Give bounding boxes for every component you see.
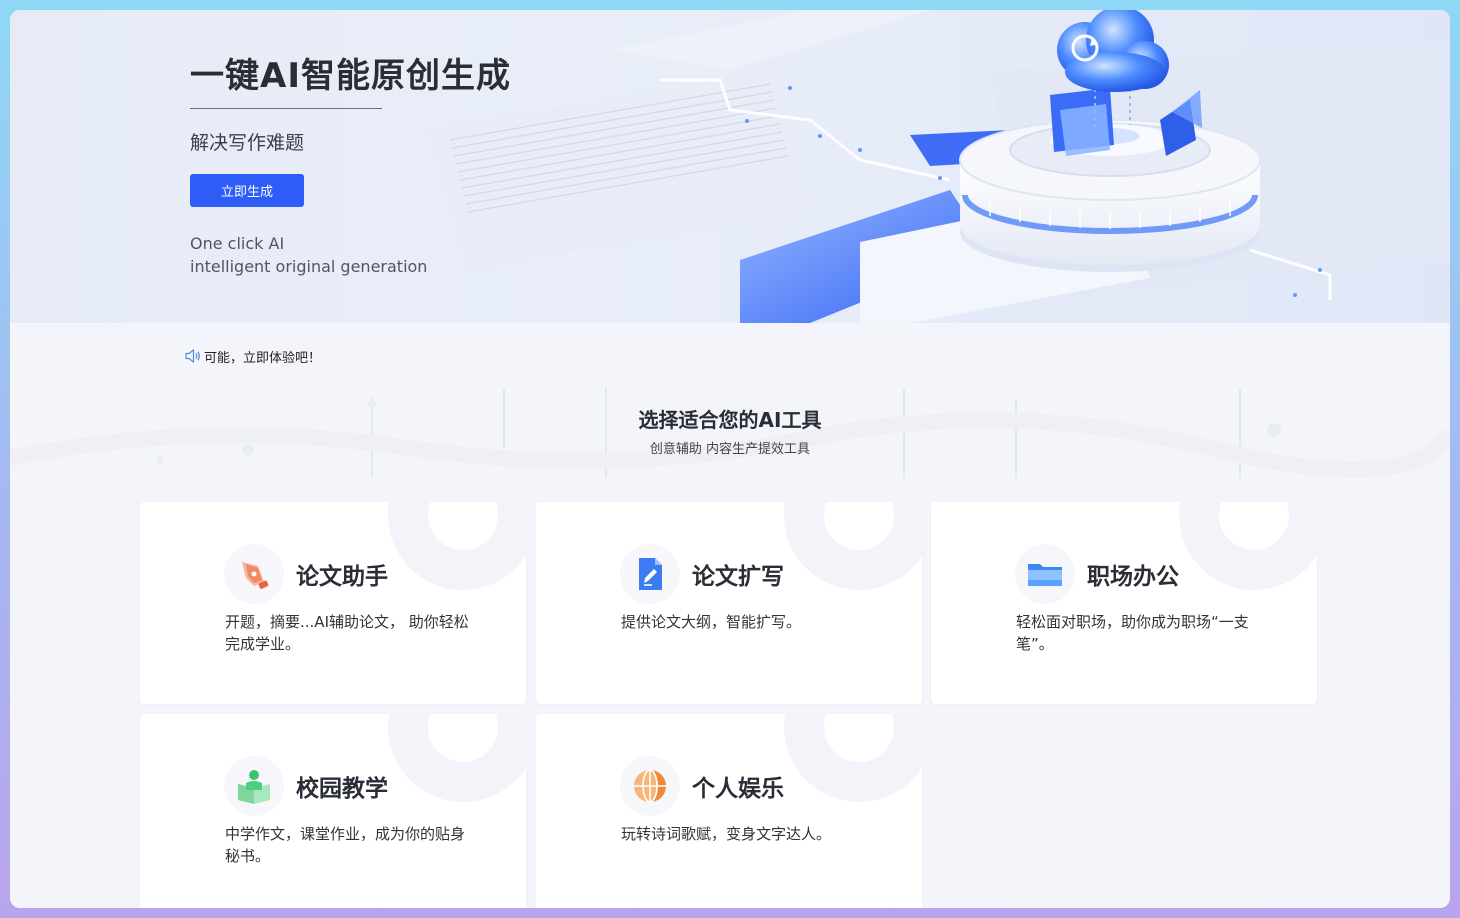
- card-description: 开题，摘要...AI辅助论文， 助你轻松完成学业。: [225, 613, 469, 653]
- notice-bar: 可能，立即体验吧！: [184, 346, 321, 366]
- app-window: 一键AI智能原创生成 解决写作难题 立即生成 One click AI inte…: [10, 10, 1450, 908]
- card-icon-wrap: [620, 756, 680, 816]
- tool-card-personal-entertainment[interactable]: 个人娱乐 玩转诗词歌赋，变身文字达人。: [536, 714, 922, 908]
- hero-english-line-1: One click AI: [190, 234, 285, 253]
- book-reader-icon: [238, 770, 270, 804]
- tool-card-thesis-expansion[interactable]: 论文扩写 提供论文大纲，智能扩写。: [536, 502, 922, 704]
- card-ring-decoration: [388, 502, 526, 590]
- card-description: 玩转诗词歌赋，变身文字达人。: [621, 825, 832, 843]
- hero-subtitle: 解决写作难题: [190, 132, 305, 154]
- tool-card-thesis-assistant[interactable]: 论文助手 开题，摘要...AI辅助论文， 助你轻松完成学业。: [140, 502, 526, 704]
- card-title: 个人娱乐: [692, 776, 784, 802]
- card-description: 中学作文，课堂作业，成为你的贴身秘书。: [225, 825, 466, 865]
- card-title: 校园教学: [296, 776, 388, 802]
- pen-nib-icon: [242, 562, 269, 589]
- card-icon-wrap: [224, 756, 284, 816]
- tool-card-campus-teaching[interactable]: 校园教学 中学作文，课堂作业，成为你的贴身秘书。: [140, 714, 526, 908]
- card-icon-wrap: [224, 544, 284, 604]
- card-title: 论文助手: [296, 564, 388, 590]
- card-title: 职场办公: [1087, 564, 1179, 590]
- hero-title: 一键AI智能原创生成: [190, 56, 511, 96]
- hero-english-tagline: One click AI intelligent original genera…: [190, 232, 427, 278]
- hero-divider: [190, 108, 382, 109]
- card-ring-decoration: [388, 714, 526, 802]
- section-subtitle: 创意辅助 内容生产提效工具: [649, 442, 811, 457]
- card-description: 提供论文大纲，智能扩写。: [621, 613, 802, 631]
- card-icon-wrap: [620, 544, 680, 604]
- card-ring-decoration: [1179, 502, 1317, 590]
- card-title: 论文扩写: [692, 564, 784, 590]
- hero-banner: 一键AI智能原创生成 解决写作难题 立即生成 One click AI inte…: [10, 10, 1450, 323]
- folder-icon: [1028, 564, 1062, 586]
- notice-text: 可能，立即体验吧！: [204, 350, 322, 366]
- card-description: 轻松面对职场，助你成为职场“一支笔”。: [1016, 613, 1249, 653]
- hero-english-line-2: intelligent original generation: [190, 257, 428, 276]
- document-edit-icon: [639, 558, 662, 590]
- section-title: 选择适合您的AI工具: [638, 408, 822, 432]
- speaker-icon: [185, 349, 200, 363]
- generate-now-button[interactable]: 立即生成: [190, 174, 304, 207]
- card-icon-wrap: [1015, 544, 1075, 604]
- card-ring-decoration: [784, 502, 922, 590]
- card-ring-decoration: [784, 714, 922, 802]
- globe-icon: [634, 769, 666, 803]
- tool-card-workplace-office[interactable]: 职场办公 轻松面对职场，助你成为职场“一支笔”。: [931, 502, 1317, 704]
- hero-illustration: [430, 10, 1450, 323]
